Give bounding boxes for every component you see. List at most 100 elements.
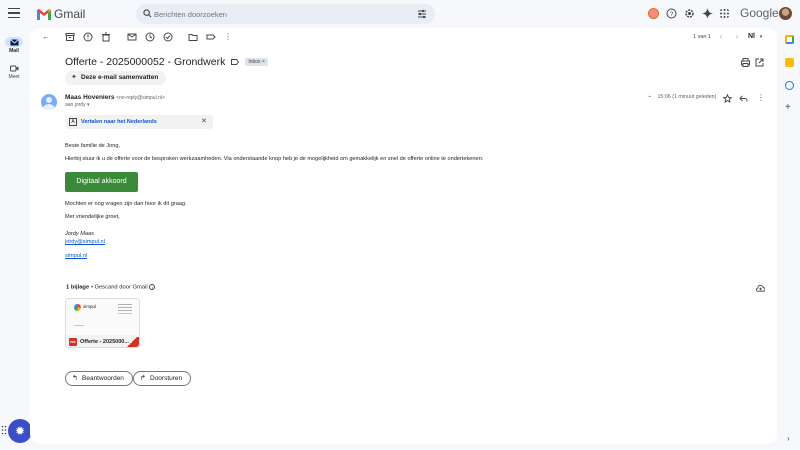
sparkle-icon: ✦ [71, 74, 77, 81]
body-paragraph: Mochten er nog vragen zijn dan hoor ik d… [65, 201, 187, 207]
mark-unread-icon[interactable] [127, 32, 137, 42]
pdf-file-icon: PDF [69, 338, 77, 346]
rail-item-meet[interactable]: Meet [0, 63, 28, 80]
attachments-header: 1 bijlage • Gescand door Gmail i [66, 284, 156, 291]
prev-chevron-icon[interactable]: ‹ [716, 32, 726, 42]
google-account-wordmark[interactable]: Google [740, 6, 779, 20]
body-paragraph: Hierbij stuur ik u de offerte voor de be… [65, 156, 484, 162]
reply-label: Beantwoorden [82, 375, 124, 382]
snooze-clock-icon[interactable] [145, 32, 155, 42]
label-tag-icon[interactable] [206, 32, 216, 42]
forward-button[interactable]: ↱ Doorsturen [133, 371, 192, 386]
add-addon-icon[interactable]: + [785, 102, 791, 113]
tasks-icon[interactable] [785, 81, 794, 90]
gmail-logo[interactable]: Gmail [37, 7, 85, 21]
email-subject: Offerte - 2025000052 - Grondwerk [65, 56, 226, 68]
signature-website-link[interactable]: simpul.nl [65, 253, 87, 259]
search-options-icon[interactable] [417, 9, 427, 19]
attachment-preview: simpul [66, 299, 139, 335]
star-icon[interactable] [723, 94, 732, 103]
archive-icon[interactable] [65, 32, 75, 42]
gear-sparkle-icon: ✹ [14, 424, 26, 438]
print-icon[interactable] [741, 58, 750, 67]
mail-icon [5, 37, 23, 47]
back-arrow-icon[interactable]: ← [41, 32, 51, 42]
next-chevron-icon[interactable]: › [732, 32, 742, 42]
rail-item-mail[interactable]: Mail [0, 37, 28, 54]
add-to-drive-icon[interactable] [756, 284, 765, 293]
pagination-text: 1 van 1 [693, 34, 712, 40]
summarize-label: Deze e-mail samenvatten [81, 74, 159, 81]
timestamp: 15:06 (1 minuut geleden) [657, 94, 717, 100]
translate-banner: A Vertalen naar het Nederlands ✕ [65, 115, 213, 129]
more-vert-icon[interactable]: ⋮ [757, 93, 765, 102]
keep-notes-icon[interactable] [785, 58, 794, 67]
assistant-fab-button[interactable]: ✹ [8, 419, 32, 443]
calendar-icon[interactable] [785, 35, 794, 44]
report-spam-icon[interactable] [83, 32, 93, 42]
signature-name: Jordy Maas [65, 231, 94, 237]
simpul-logo-icon [74, 304, 81, 311]
forward-arrow-icon: ↱ [140, 375, 146, 382]
greeting-text: Beste familie de Jong, [65, 143, 121, 149]
move-to-folder-icon[interactable] [188, 32, 198, 42]
sender-email: <no-reply@simpul.nl> [116, 95, 165, 101]
expand-chevron-icon[interactable]: › [787, 434, 790, 443]
chevron-down-icon[interactable]: ▾ [756, 32, 766, 42]
recipient-line[interactable]: aan jordy ▾ [65, 102, 89, 108]
top-bar: Gmail ? Google [0, 0, 800, 28]
preview-text-line [74, 325, 84, 326]
search-bar[interactable] [136, 4, 435, 24]
recipient-text: aan jordy [65, 102, 86, 108]
svg-text:?: ? [670, 12, 674, 18]
main-menu-icon[interactable] [8, 8, 20, 20]
email-reading-pane: ← ⋮ 1 van 1 ‹ › Nl ▾ Offerte - 202500005… [30, 28, 777, 444]
add-to-tasks-icon[interactable] [163, 32, 173, 42]
summarize-email-button[interactable]: ✦ Deze e-mail samenvatten [65, 71, 167, 85]
preview-text-lines [118, 304, 132, 305]
close-icon[interactable]: ✕ [201, 115, 207, 129]
reply-icon[interactable] [739, 94, 748, 103]
rail-item-label: Meet [8, 74, 20, 80]
chevron-down-icon[interactable]: ▾ [87, 102, 90, 108]
sender-avatar[interactable] [41, 94, 57, 110]
sender-name[interactable]: Maas Hoveniers [65, 94, 115, 101]
reply-button[interactable]: ↰ Beantwoorden [65, 371, 133, 386]
account-avatar[interactable] [779, 7, 792, 20]
search-input[interactable] [154, 7, 404, 21]
translate-link[interactable]: Vertalen naar het Nederlands [81, 115, 157, 129]
remove-label-icon[interactable]: × [262, 59, 265, 65]
scan-status: • Gescand door Gmail [89, 284, 148, 291]
info-icon[interactable]: i [149, 284, 156, 290]
gemini-sparkle-icon[interactable] [702, 8, 713, 19]
message-toolbar: ← ⋮ 1 van 1 ‹ › Nl ▾ [30, 28, 777, 48]
help-icon[interactable]: ? [666, 8, 677, 19]
signature-email-link[interactable]: jordy@simpul.nl [65, 239, 105, 245]
message-meta: ⌁ 15:06 (1 minuut geleden) [648, 94, 716, 100]
sender-line: Maas Hoveniers <no-reply@simpul.nl> [65, 94, 165, 101]
apps-grid-icon[interactable] [719, 8, 730, 19]
search-icon[interactable] [143, 9, 152, 18]
drag-handle-icon[interactable] [1, 425, 7, 435]
more-vert-icon[interactable]: ⋮ [223, 32, 233, 42]
settings-gear-icon[interactable] [684, 8, 695, 19]
translate-icon: A [69, 118, 77, 126]
video-camera-icon [5, 63, 23, 73]
attachment-clip-icon: ⌁ [648, 94, 652, 100]
forward-label: Doorsturen [150, 375, 183, 382]
closing-text: Met vriendelijke groet, [65, 214, 120, 220]
subject-line: Offerte - 2025000052 - Grondwerk Inbox × [65, 56, 268, 68]
digital-approve-button[interactable]: Digitaal akkoord [65, 172, 138, 192]
preview-brand-text: simpul [83, 304, 97, 309]
delete-trash-icon[interactable] [101, 32, 111, 42]
page-fold-corner [125, 337, 139, 347]
language-selector[interactable]: Nl [748, 33, 755, 40]
status-icon[interactable] [648, 8, 659, 19]
attachment-card[interactable]: simpul PDF Offerte - 2025000... [65, 298, 140, 348]
important-marker-icon[interactable] [231, 59, 240, 65]
attachment-count: 1 bijlage [66, 284, 90, 291]
open-in-new-window-icon[interactable] [755, 58, 764, 67]
gmail-wordmark: Gmail [54, 7, 86, 21]
reply-arrow-icon: ↰ [72, 375, 78, 382]
inbox-label-chip[interactable]: Inbox × [245, 58, 268, 66]
